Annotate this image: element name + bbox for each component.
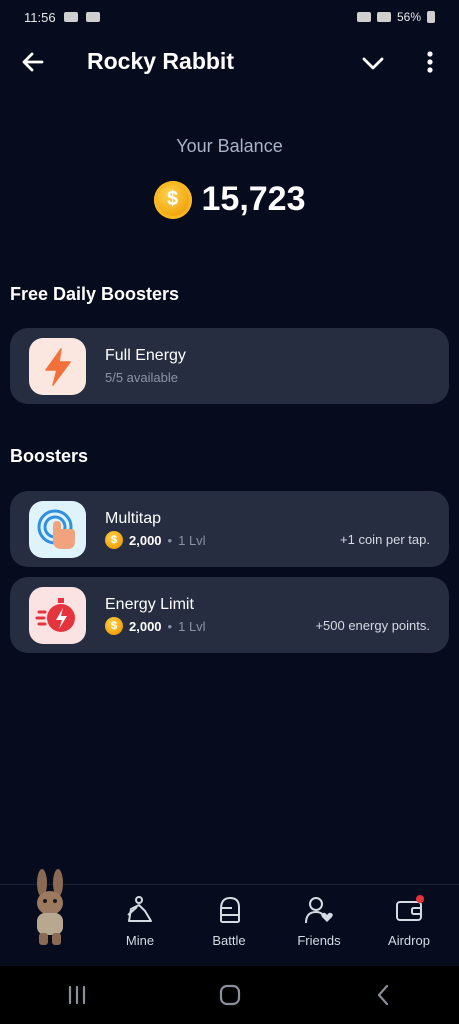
full-energy-title: Full Energy — [105, 347, 186, 364]
signal-icon — [356, 12, 371, 22]
coin-icon: $ — [105, 531, 123, 549]
multitap-price: 2,000 — [129, 532, 162, 548]
nav-friends-label: Friends — [297, 933, 341, 948]
rabbit-mascot-avatar[interactable] — [24, 869, 76, 949]
coin-symbol: $ — [110, 620, 118, 632]
arrow-left-icon — [22, 52, 44, 72]
energy-limit-card[interactable]: Energy Limit $ 2,000 • 1 Lvl +500 energy… — [10, 577, 449, 653]
bottom-nav: Mine Battle Friends Airdrop — [0, 869, 459, 958]
balance-value: 15,723 — [201, 180, 306, 218]
chevron-down-icon — [362, 57, 384, 70]
separator-dot: • — [167, 532, 173, 548]
battery-icon — [427, 11, 435, 23]
status-time: 11:56 — [24, 9, 56, 25]
friends-heart-icon — [305, 897, 333, 924]
more-button[interactable] — [420, 48, 440, 76]
nav-airdrop-label: Airdrop — [388, 933, 430, 948]
back-button[interactable] — [18, 48, 48, 76]
energy-limit-title: Energy Limit — [105, 596, 194, 613]
separator-dot: • — [167, 618, 173, 634]
wallet-icon — [396, 895, 424, 921]
multitap-card[interactable]: Multitap $ 2,000 • 1 Lvl +1 coin per tap… — [10, 491, 449, 567]
lightning-icon — [44, 347, 71, 386]
multitap-title: Multitap — [105, 510, 162, 527]
wifi-icon — [376, 12, 391, 22]
nav-airdrop[interactable]: Airdrop — [369, 895, 449, 955]
multitap-meta: $ 2,000 • 1 Lvl — [105, 531, 206, 549]
energy-limit-icon-tile — [29, 587, 86, 644]
nav-friends[interactable]: Friends — [279, 895, 359, 955]
coin-symbol: $ — [166, 188, 179, 210]
energy-limit-description: +500 energy points. — [315, 618, 430, 633]
tap-finger-icon — [37, 509, 75, 549]
status-left: 11:56 — [24, 10, 100, 25]
nav-mine[interactable]: Mine — [100, 895, 180, 955]
full-energy-card[interactable]: Full Energy 5/5 available — [10, 328, 449, 404]
energy-timer-icon — [35, 597, 75, 632]
nav-mine-label: Mine — [125, 933, 155, 948]
energy-limit-price: 2,000 — [129, 618, 162, 634]
recent-apps-button[interactable] — [63, 981, 91, 1009]
multitap-description: +1 coin per tap. — [340, 532, 430, 547]
chevron-button[interactable] — [360, 50, 386, 76]
system-back-button[interactable] — [369, 981, 397, 1009]
boxing-glove-icon — [220, 897, 240, 923]
nav-battle[interactable]: Battle — [189, 895, 269, 955]
pickaxe-miner-icon — [127, 896, 152, 922]
notification-icon — [63, 12, 78, 22]
recent-apps-icon — [68, 985, 85, 1005]
boosters-title: Boosters — [10, 446, 89, 466]
app-header: Rocky Rabbit — [0, 34, 459, 90]
nav-battle-label: Battle — [212, 933, 246, 948]
notification-dot — [416, 895, 424, 903]
message-icon — [85, 12, 100, 22]
chevron-left-icon — [377, 984, 388, 1006]
full-energy-availability: 5/5 available — [105, 370, 178, 385]
more-vertical-icon — [427, 51, 433, 73]
status-bar: 11:56 56% — [0, 0, 459, 34]
energy-limit-meta: $ 2,000 • 1 Lvl — [105, 617, 206, 635]
system-nav-bar — [0, 966, 459, 1024]
free-boosters-title: Free Daily Boosters — [10, 284, 180, 304]
coin-icon: $ — [153, 180, 192, 219]
multitap-icon-tile — [29, 501, 86, 558]
coin-symbol: $ — [110, 534, 118, 546]
home-button[interactable] — [216, 981, 244, 1009]
balance-label: Your Balance — [176, 136, 283, 156]
multitap-level: 1 Lvl — [178, 532, 206, 548]
coin-icon: $ — [105, 617, 123, 635]
home-icon — [219, 984, 240, 1006]
status-right: 56% — [356, 10, 435, 24]
rabbit-mascot-icon — [37, 869, 63, 945]
full-energy-icon-tile — [29, 338, 86, 395]
energy-limit-level: 1 Lvl — [178, 618, 206, 634]
app-title: Rocky Rabbit — [87, 48, 234, 74]
battery-level: 56% — [396, 10, 421, 24]
balance-row: $ 15,723 — [0, 180, 459, 219]
